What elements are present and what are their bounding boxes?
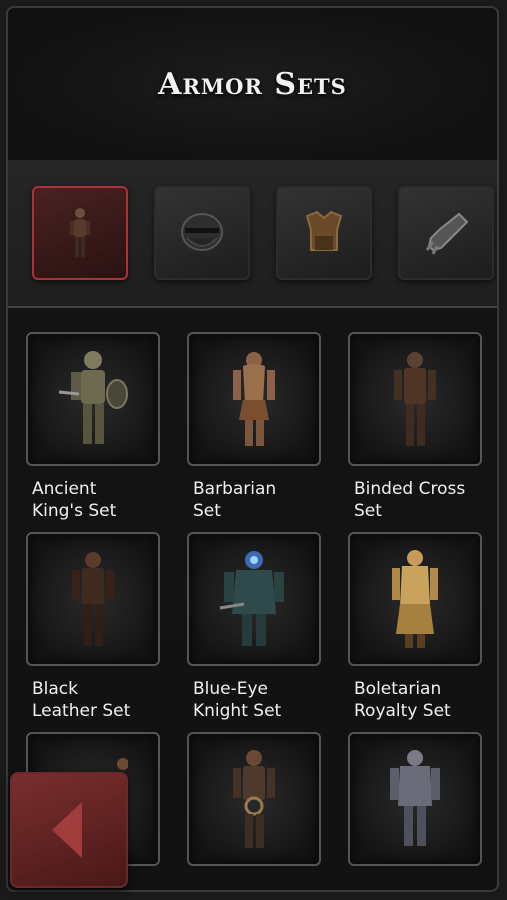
knight-figure-icon — [70, 208, 90, 257]
armor-set-label: Blue-Eye Knight Set — [193, 679, 282, 721]
knight-figure-icon — [58, 351, 128, 444]
armor-set-thumbnail — [348, 732, 482, 866]
armor-set-label: Barbarian Set — [193, 479, 277, 521]
armor-set-label: Ancient King's Set — [32, 479, 117, 521]
knight-figure-icon — [72, 552, 114, 646]
page-title: Armor Sets — [158, 66, 347, 102]
armor-set-label: Boletarian Royalty Set — [354, 679, 451, 721]
knight-figure-icon — [394, 352, 436, 446]
knight-figure-icon — [219, 551, 284, 646]
armor-set-card[interactable]: Ancient King's Set — [26, 332, 160, 522]
tab-chest[interactable] — [276, 186, 372, 280]
knight-figure-icon — [233, 352, 275, 446]
knight-figure-icon — [392, 550, 438, 648]
tab-gauntlets[interactable] — [398, 186, 494, 280]
gauntlet-icon — [425, 212, 469, 255]
armor-set-card[interactable]: Boletarian Royalty Set — [348, 532, 482, 722]
armor-set-card[interactable]: Barbarian Set — [187, 332, 321, 522]
armor-set-label: Black Leather Set — [32, 679, 131, 721]
chest-armor-icon — [305, 210, 343, 251]
armor-set-thumbnail — [187, 532, 321, 666]
armor-set-thumbnail — [26, 532, 160, 666]
back-button[interactable] — [10, 772, 128, 888]
armor-set-card[interactable]: Blue-Eye Knight Set — [187, 532, 321, 722]
armor-set-thumbnail — [26, 332, 160, 466]
category-tabs — [8, 160, 497, 308]
header: Armor Sets — [8, 8, 497, 162]
knight-figure-icon — [233, 750, 275, 848]
back-arrow-icon — [52, 802, 82, 858]
armor-set-card[interactable]: Binded Cross Set — [348, 332, 482, 522]
helmet-icon — [181, 213, 223, 251]
armor-set-thumbnail — [187, 332, 321, 466]
armor-set-label: Binded Cross Set — [354, 479, 466, 521]
app-frame: Armor Sets Ancient King's Set Barbarian … — [6, 6, 499, 892]
armor-set-card[interactable] — [187, 732, 321, 878]
knight-figure-icon — [390, 750, 440, 846]
armor-set-thumbnail — [348, 332, 482, 466]
tab-armor-sets[interactable] — [32, 186, 128, 280]
armor-set-card[interactable] — [348, 732, 482, 878]
armor-set-thumbnail — [187, 732, 321, 866]
armor-set-thumbnail — [348, 532, 482, 666]
armor-set-card[interactable]: Black Leather Set — [26, 532, 160, 722]
tab-helmets[interactable] — [154, 186, 250, 280]
